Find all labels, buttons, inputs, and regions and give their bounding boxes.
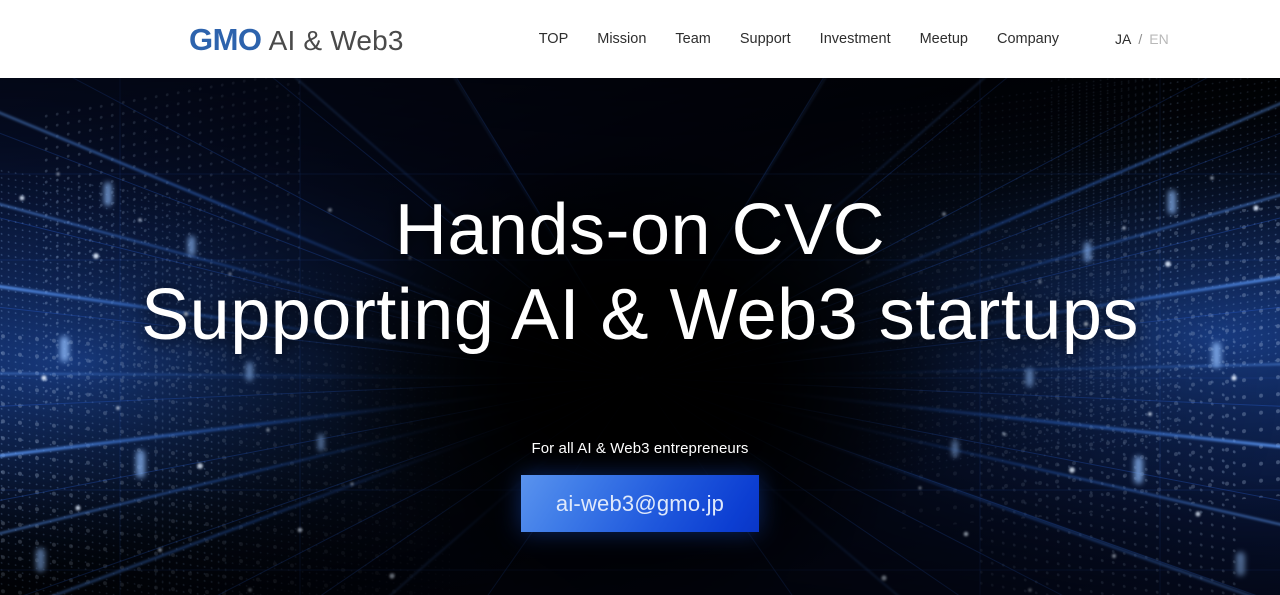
brand-logo-subtitle: AI & Web3 — [268, 24, 404, 56]
brand-logo[interactable]: GMO AI & Web3 — [189, 24, 404, 55]
hero-subtitle: For all AI & Web3 entrepreneurs — [531, 440, 749, 457]
nav-item-company[interactable]: Company — [997, 32, 1059, 47]
hero-title: Hands-on CVC Supporting AI & Web3 startu… — [0, 188, 1280, 358]
hero-section: Hands-on CVC Supporting AI & Web3 startu… — [0, 78, 1280, 595]
language-option-ja[interactable]: JA — [1115, 32, 1131, 46]
contact-email-button[interactable]: ai-web3@gmo.jp — [521, 475, 759, 532]
nav-item-mission[interactable]: Mission — [597, 32, 646, 47]
main-navigation: TOP Mission Team Support Investment Meet… — [539, 32, 1059, 47]
nav-item-support[interactable]: Support — [740, 32, 791, 47]
nav-item-top[interactable]: TOP — [539, 32, 569, 47]
hero-title-line-2: Supporting AI & Web3 startups — [141, 274, 1139, 355]
language-separator: / — [1138, 31, 1143, 47]
language-switcher: JA / EN — [1115, 32, 1169, 46]
page-root: GMO AI & Web3 TOP Mission Team Support I… — [0, 0, 1280, 595]
hero-content: Hands-on CVC Supporting AI & Web3 startu… — [0, 78, 1280, 595]
hero-cta-container: ai-web3@gmo.jp — [0, 475, 1280, 532]
hero-title-line-1: Hands-on CVC — [394, 190, 886, 270]
nav-item-investment[interactable]: Investment — [820, 32, 891, 47]
nav-item-meetup[interactable]: Meetup — [920, 32, 968, 47]
nav-item-team[interactable]: Team — [675, 32, 710, 47]
site-header: GMO AI & Web3 TOP Mission Team Support I… — [0, 0, 1280, 78]
brand-logo-gmo: GMO — [189, 21, 262, 57]
language-option-en[interactable]: EN — [1149, 32, 1168, 46]
